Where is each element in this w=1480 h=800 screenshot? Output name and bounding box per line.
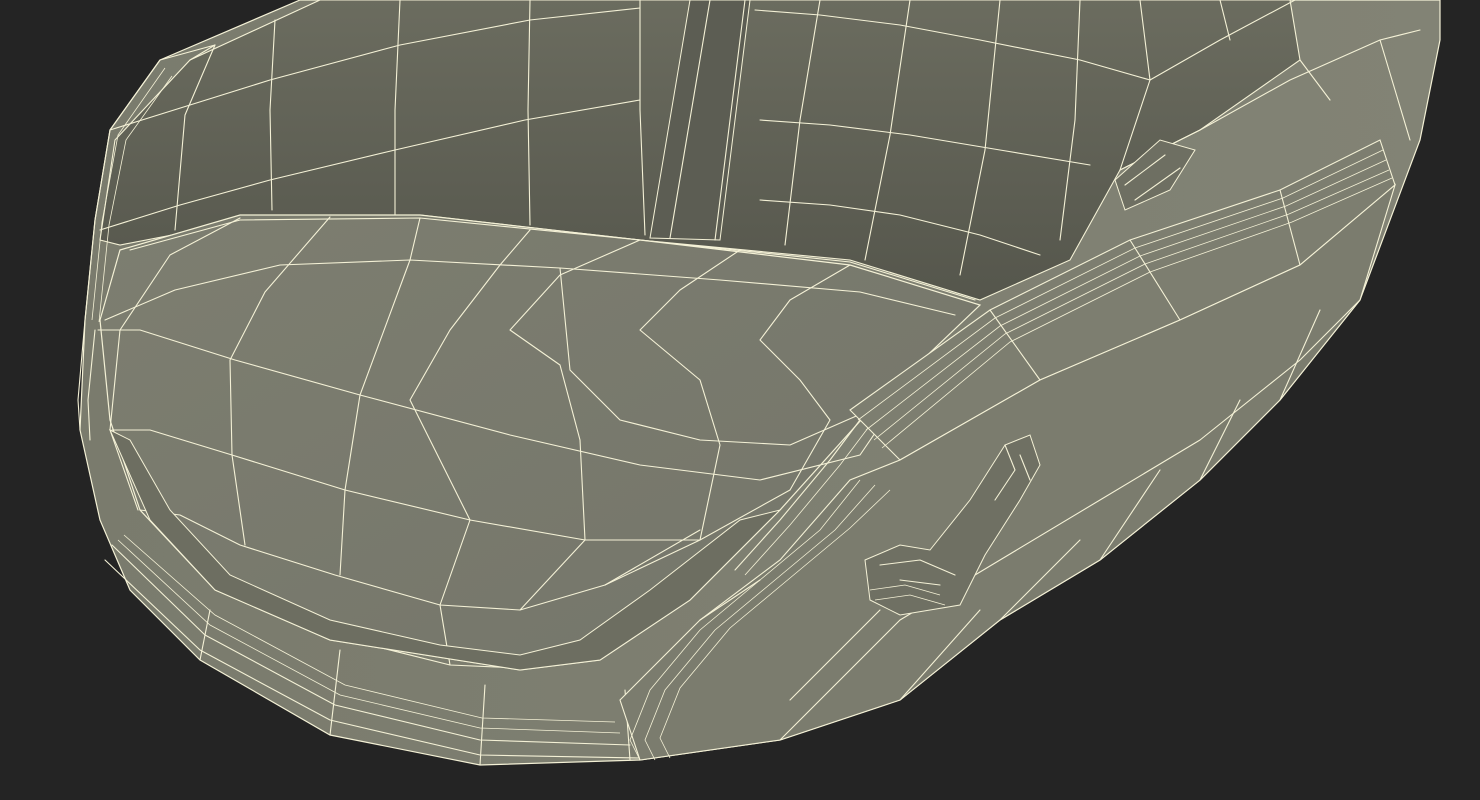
- wireframe-render: [77, 0, 1441, 766]
- render-viewport: [0, 0, 1480, 800]
